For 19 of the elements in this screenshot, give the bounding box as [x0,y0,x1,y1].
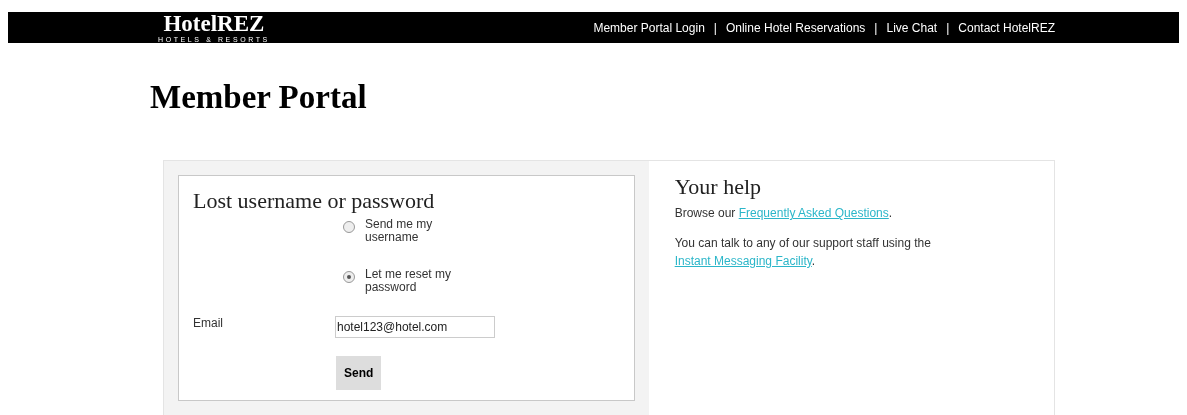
nav-separator: | [874,20,878,35]
nav-link[interactable]: Live Chat [886,20,938,35]
help-title: Your help [674,174,763,200]
help-text: Browse our Frequently Asked Questions. [674,205,894,222]
send-button[interactable]: Send [336,356,382,390]
radio-label: Let me reset my password [365,268,453,294]
radio-label: Send me my username [365,218,434,244]
email-field[interactable]: hotel123@hotel.com [335,316,495,338]
radio-button[interactable] [343,271,355,283]
email-label: Email [193,316,224,330]
help-text: You can talk to any of our support staff using the Instant Messaging Facility. [674,235,932,270]
radio-button[interactable] [343,221,355,233]
nav-separator: | [946,20,950,35]
nav-link[interactable]: Contact HotelREZ [958,20,1055,35]
nav-separator: | [713,20,717,35]
nav-link[interactable]: Member Portal Login [593,20,705,35]
nav-link[interactable]: Online Hotel Reservations [725,20,866,35]
form-title: Lost username or password [193,188,436,214]
page-title: Member Portal [150,79,368,116]
